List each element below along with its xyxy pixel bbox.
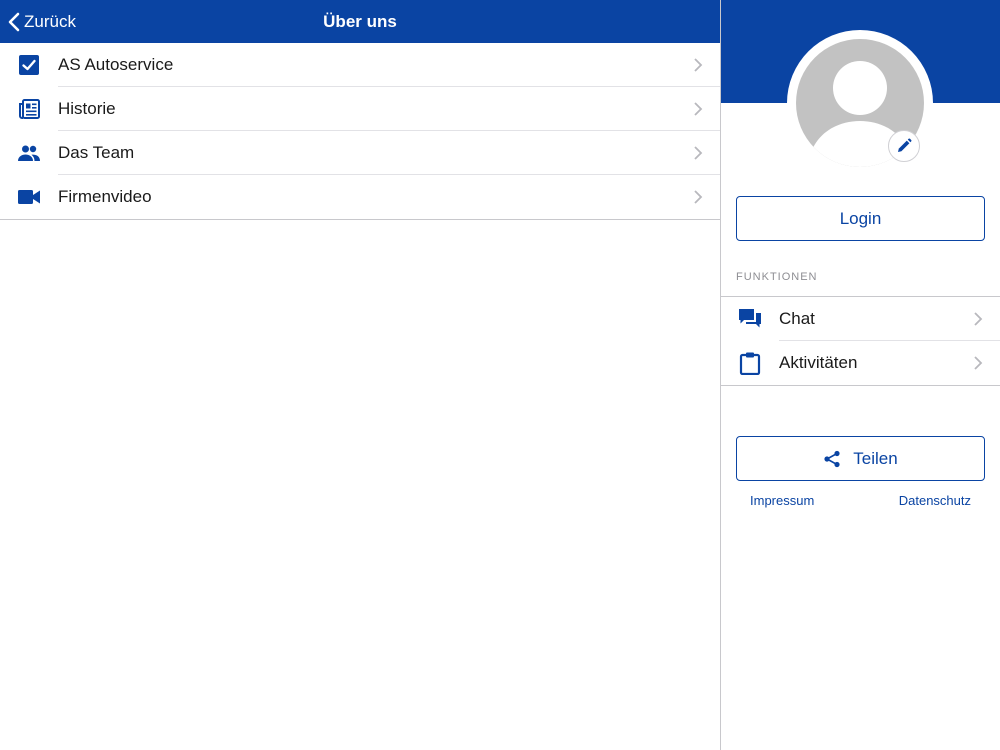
- footer-links: Impressum Datenschutz: [721, 493, 1000, 508]
- login-label: Login: [839, 208, 882, 228]
- chevron-right-icon: [974, 312, 983, 326]
- navigation-bar: Zurück Über uns: [0, 0, 720, 43]
- menu-item-as-autoservice[interactable]: AS Autoservice: [0, 43, 720, 87]
- menu-item-label: AS Autoservice: [58, 55, 174, 74]
- back-button[interactable]: Zurück: [8, 0, 76, 43]
- newspaper-icon: [0, 87, 58, 131]
- function-item-aktivitaeten[interactable]: Aktivitäten: [721, 341, 1000, 385]
- function-item-label: Chat: [779, 309, 815, 328]
- back-label: Zurück: [24, 11, 76, 31]
- functions-list: Chat Aktivitäten: [721, 296, 1000, 386]
- menu-item-das-team[interactable]: Das Team: [0, 131, 720, 175]
- share-icon: [824, 450, 840, 467]
- share-button[interactable]: Teilen: [736, 436, 985, 481]
- edit-avatar-button[interactable]: [888, 130, 920, 162]
- chevron-right-icon: [694, 102, 703, 116]
- video-camera-icon: [0, 175, 58, 219]
- chevron-right-icon: [974, 356, 983, 370]
- menu-item-label: Historie: [58, 99, 116, 118]
- people-icon: [0, 131, 58, 175]
- pencil-icon: [898, 138, 912, 152]
- side-panel: Login FUNKTIONEN Chat Aktivitäten Teilen…: [721, 0, 1000, 750]
- checkbox-icon: [0, 43, 58, 87]
- main-pane: Zurück Über uns AS Autoservice Historie …: [0, 0, 720, 750]
- function-item-chat[interactable]: Chat: [721, 297, 1000, 341]
- menu-item-historie[interactable]: Historie: [0, 87, 720, 131]
- impressum-link[interactable]: Impressum: [750, 493, 814, 508]
- page-title: Über uns: [323, 11, 397, 31]
- menu-item-label: Das Team: [58, 143, 135, 162]
- datenschutz-link[interactable]: Datenschutz: [899, 493, 971, 508]
- function-item-label: Aktivitäten: [779, 353, 858, 372]
- share-label: Teilen: [853, 448, 898, 468]
- app-root: Zurück Über uns AS Autoservice Historie …: [0, 0, 1000, 750]
- chat-bubbles-icon: [721, 307, 779, 331]
- menu-item-firmenvideo[interactable]: Firmenvideo: [0, 175, 720, 219]
- chevron-right-icon: [694, 190, 703, 204]
- about-menu-list: AS Autoservice Historie Das Team Firmenv…: [0, 43, 720, 220]
- chevron-right-icon: [694, 146, 703, 160]
- login-button[interactable]: Login: [736, 196, 985, 241]
- menu-item-label: Firmenvideo: [58, 187, 152, 206]
- clipboard-icon: [721, 351, 779, 375]
- chevron-left-icon: [8, 12, 20, 31]
- chevron-right-icon: [694, 58, 703, 72]
- section-title-funktionen: FUNKTIONEN: [736, 271, 818, 283]
